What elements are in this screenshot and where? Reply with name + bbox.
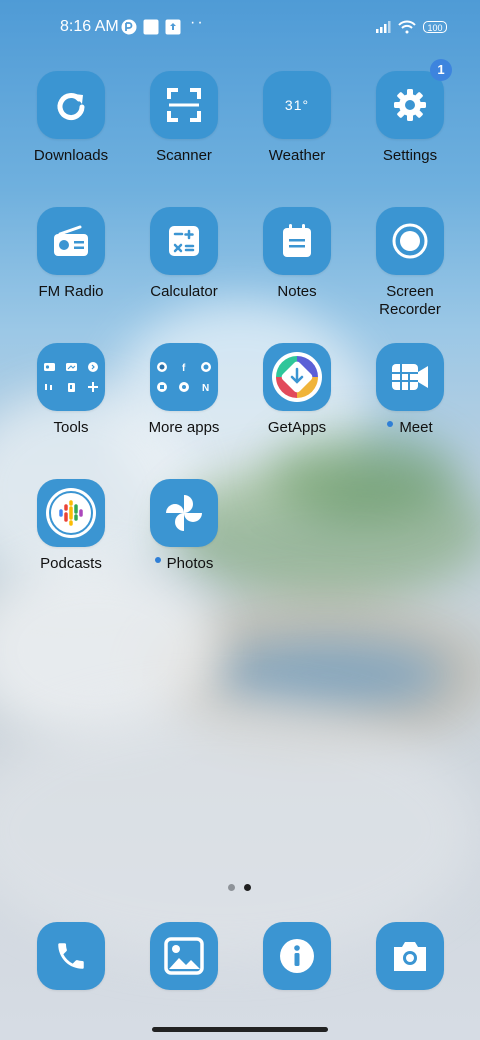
app-label: Weather	[268, 147, 326, 164]
app-label: Calculator	[150, 283, 218, 300]
app-label: Screen Recorder	[379, 283, 441, 318]
app-label: Meet	[355, 419, 465, 437]
podcasts-icon	[37, 479, 105, 547]
app-fm-radio[interactable]: FM Radio	[16, 207, 126, 301]
meet-icon	[376, 343, 444, 411]
mini-app-icon	[155, 360, 169, 374]
mini-app-icon	[177, 380, 191, 394]
app-label: GetApps	[267, 419, 327, 436]
pinwheel-icon	[150, 479, 218, 547]
radio-mini-icon	[42, 360, 56, 374]
more-notifications-dots: ··	[190, 14, 205, 31]
status-bar: 8:16 AM ·· 100	[0, 0, 480, 56]
dock-camera[interactable]	[355, 922, 465, 990]
app-podcasts[interactable]: Podcasts	[16, 479, 126, 573]
wifi-icon	[398, 19, 416, 35]
notification-badge: 1	[430, 59, 452, 81]
app-label: Scanner	[156, 147, 212, 164]
svg-text:N: N	[202, 383, 209, 392]
folder-tools[interactable]: Tools	[16, 343, 126, 437]
plus-mini-icon	[86, 380, 100, 394]
weather-temperature: 31°	[284, 97, 310, 113]
mail-mini-icon	[64, 360, 78, 374]
app-label: Tools	[53, 419, 89, 436]
clip-mini-icon	[64, 380, 78, 394]
record-icon	[376, 207, 444, 275]
app-label: Podcasts	[40, 555, 102, 572]
notification-app-icon	[121, 19, 137, 35]
app-weather[interactable]: 31° Weather	[242, 71, 352, 165]
app-scanner[interactable]: Scanner	[129, 71, 239, 165]
dock-phone[interactable]	[16, 922, 126, 990]
getapps-icon	[263, 343, 331, 411]
app-label: FM Radio	[38, 283, 104, 300]
app-downloads[interactable]: Downloads	[16, 71, 126, 165]
folder-more-apps[interactable]: f N More apps	[129, 343, 239, 437]
info-icon	[263, 922, 331, 990]
app-getapps[interactable]: GetApps	[242, 343, 352, 437]
gallery-icon	[150, 922, 218, 990]
mini-app-icon	[155, 380, 169, 394]
app-notes[interactable]: Notes	[242, 207, 352, 301]
app-meet[interactable]: Meet	[355, 343, 465, 437]
square-notification-icon	[143, 19, 159, 35]
netflix-mini-icon: N	[199, 380, 213, 394]
page-dot-active[interactable]	[244, 884, 251, 891]
scanner-icon	[150, 71, 218, 139]
upload-notification-icon	[165, 19, 181, 35]
equalizer-mini-icon	[42, 380, 56, 394]
clock: 8:16 AM	[60, 18, 119, 35]
calculator-icon	[150, 207, 218, 275]
gear-icon	[376, 71, 444, 139]
mini-app-icon	[199, 360, 213, 374]
app-label: Photos	[129, 555, 239, 573]
page-dot[interactable]	[228, 884, 235, 891]
app-label: More apps	[148, 419, 220, 436]
folder-icon: f N	[150, 343, 218, 411]
svg-text:f: f	[182, 363, 186, 372]
page-indicator[interactable]	[228, 878, 260, 896]
compass-mini-icon	[86, 360, 100, 374]
weather-icon: 31°	[263, 71, 331, 139]
app-calculator[interactable]: Calculator	[129, 207, 239, 301]
camera-icon	[376, 922, 444, 990]
battery-icon: 100	[423, 21, 447, 33]
signal-icon	[375, 19, 391, 35]
dock-gallery[interactable]	[129, 922, 239, 990]
app-label: Settings	[382, 147, 438, 164]
app-settings[interactable]: Settings	[355, 71, 465, 165]
folder-icon	[37, 343, 105, 411]
downloads-icon	[37, 71, 105, 139]
app-photos[interactable]: Photos	[129, 479, 239, 573]
phone-icon	[37, 922, 105, 990]
app-screen-recorder[interactable]: Screen Recorder	[355, 207, 465, 319]
facebook-mini-icon: f	[177, 360, 191, 374]
app-label: Downloads	[33, 147, 109, 164]
dock-info[interactable]	[242, 922, 352, 990]
home-gesture-bar[interactable]	[152, 1027, 328, 1032]
radio-icon	[37, 207, 105, 275]
notes-icon	[263, 207, 331, 275]
app-label: Notes	[277, 283, 317, 300]
